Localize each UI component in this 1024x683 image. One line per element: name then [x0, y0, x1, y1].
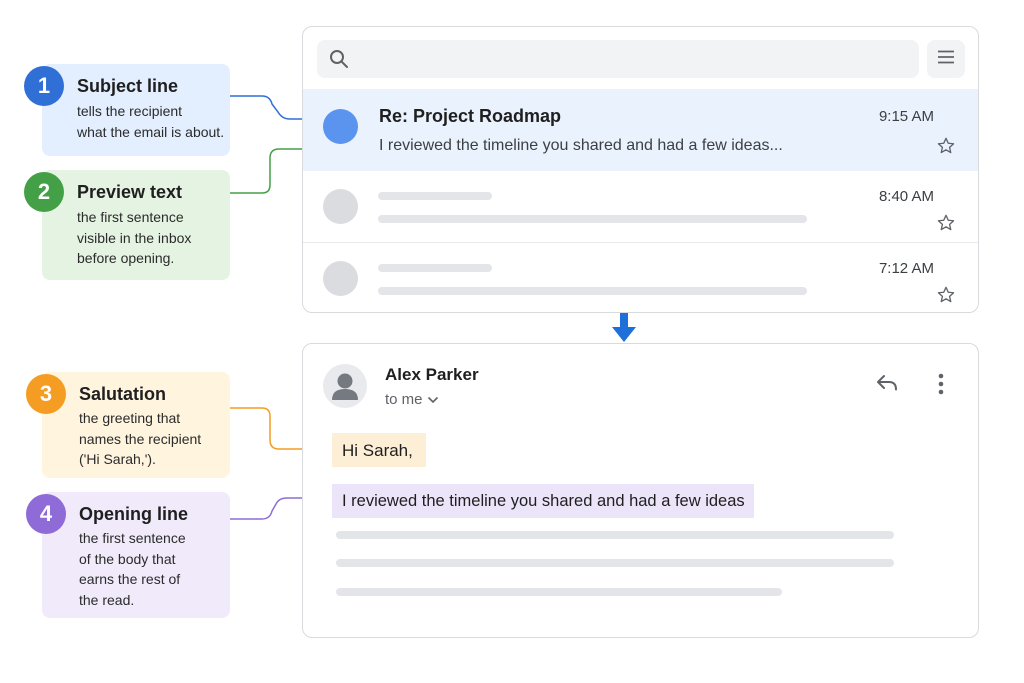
callout-description: the first sentence visible in the inbox …: [77, 209, 192, 266]
step-number-1: 1: [24, 66, 64, 106]
menu-button[interactable]: [927, 40, 965, 78]
sender-avatar: [323, 261, 358, 296]
callout-salutation: 3 Salutation the greeting that names the…: [26, 372, 230, 478]
placeholder-preview: [378, 215, 807, 223]
placeholder-subject: [378, 264, 492, 272]
inbox-panel: Re: Project Roadmap I reviewed the timel…: [302, 26, 979, 313]
step-number-4: 4: [26, 494, 66, 534]
placeholder-body-line: [336, 531, 894, 539]
step-number-2: 2: [24, 172, 64, 212]
callout-opening-line: 4 Opening line the first sentence of the…: [26, 492, 230, 618]
email-time: 7:12 AM: [878, 260, 934, 277]
email-subject: Re: Project Roadmap: [379, 106, 562, 126]
placeholder-body-line: [336, 559, 894, 567]
search-icon: [329, 49, 349, 74]
inbox-row[interactable]: 8:40 AM: [303, 175, 978, 243]
inbox-row[interactable]: 7:12 AM: [303, 247, 978, 312]
salutation-highlight: Hi Sarah,: [332, 433, 426, 467]
email-time: 8:40 AM: [878, 188, 934, 205]
search-bar[interactable]: [317, 40, 919, 78]
callout-description: tells the recipient what the email is ab…: [77, 103, 225, 140]
reply-icon[interactable]: [875, 373, 899, 398]
sender-name: Alex Parker: [385, 365, 479, 384]
email-preview: I reviewed the timeline you shared and h…: [379, 137, 783, 154]
chevron-down-icon: [427, 391, 439, 408]
callout-subject-line: 1 Subject line tells the recipient what …: [24, 64, 230, 156]
callout-title: Preview text: [77, 182, 183, 202]
callout-description: the first sentence of the body that earn…: [79, 530, 186, 608]
sender-avatar: [323, 109, 358, 144]
callout-title: Subject line: [77, 76, 179, 96]
callout-title: Opening line: [79, 504, 189, 524]
star-icon[interactable]: [936, 136, 956, 161]
email-message-panel: Alex Parker to me Hi Sarah, I reviewed t…: [302, 343, 979, 638]
more-vert-icon[interactable]: [933, 372, 949, 401]
callout-title: Salutation: [79, 384, 167, 404]
sender-avatar: [323, 189, 358, 224]
step-number-3: 3: [26, 374, 66, 414]
callout-preview-text: 2 Preview text the first sentence visibl…: [24, 170, 230, 280]
placeholder-preview: [378, 287, 807, 295]
person-icon: [323, 364, 367, 408]
connector-1: [230, 95, 313, 120]
placeholder-subject: [378, 192, 492, 200]
recipient-label: to me: [385, 391, 423, 408]
inbox-row-highlighted[interactable]: Re: Project Roadmap I reviewed the timel…: [303, 89, 978, 171]
callout-description: the greeting that names the recipient ('…: [79, 410, 202, 467]
opening-line-highlight: I reviewed the timeline you shared and h…: [332, 484, 754, 518]
recipient-details[interactable]: to me: [385, 391, 439, 408]
star-icon[interactable]: [936, 285, 956, 310]
email-time: 9:15 AM: [878, 108, 934, 125]
menu-icon: [937, 50, 955, 69]
star-icon[interactable]: [936, 213, 956, 238]
placeholder-body-line: [336, 588, 782, 596]
